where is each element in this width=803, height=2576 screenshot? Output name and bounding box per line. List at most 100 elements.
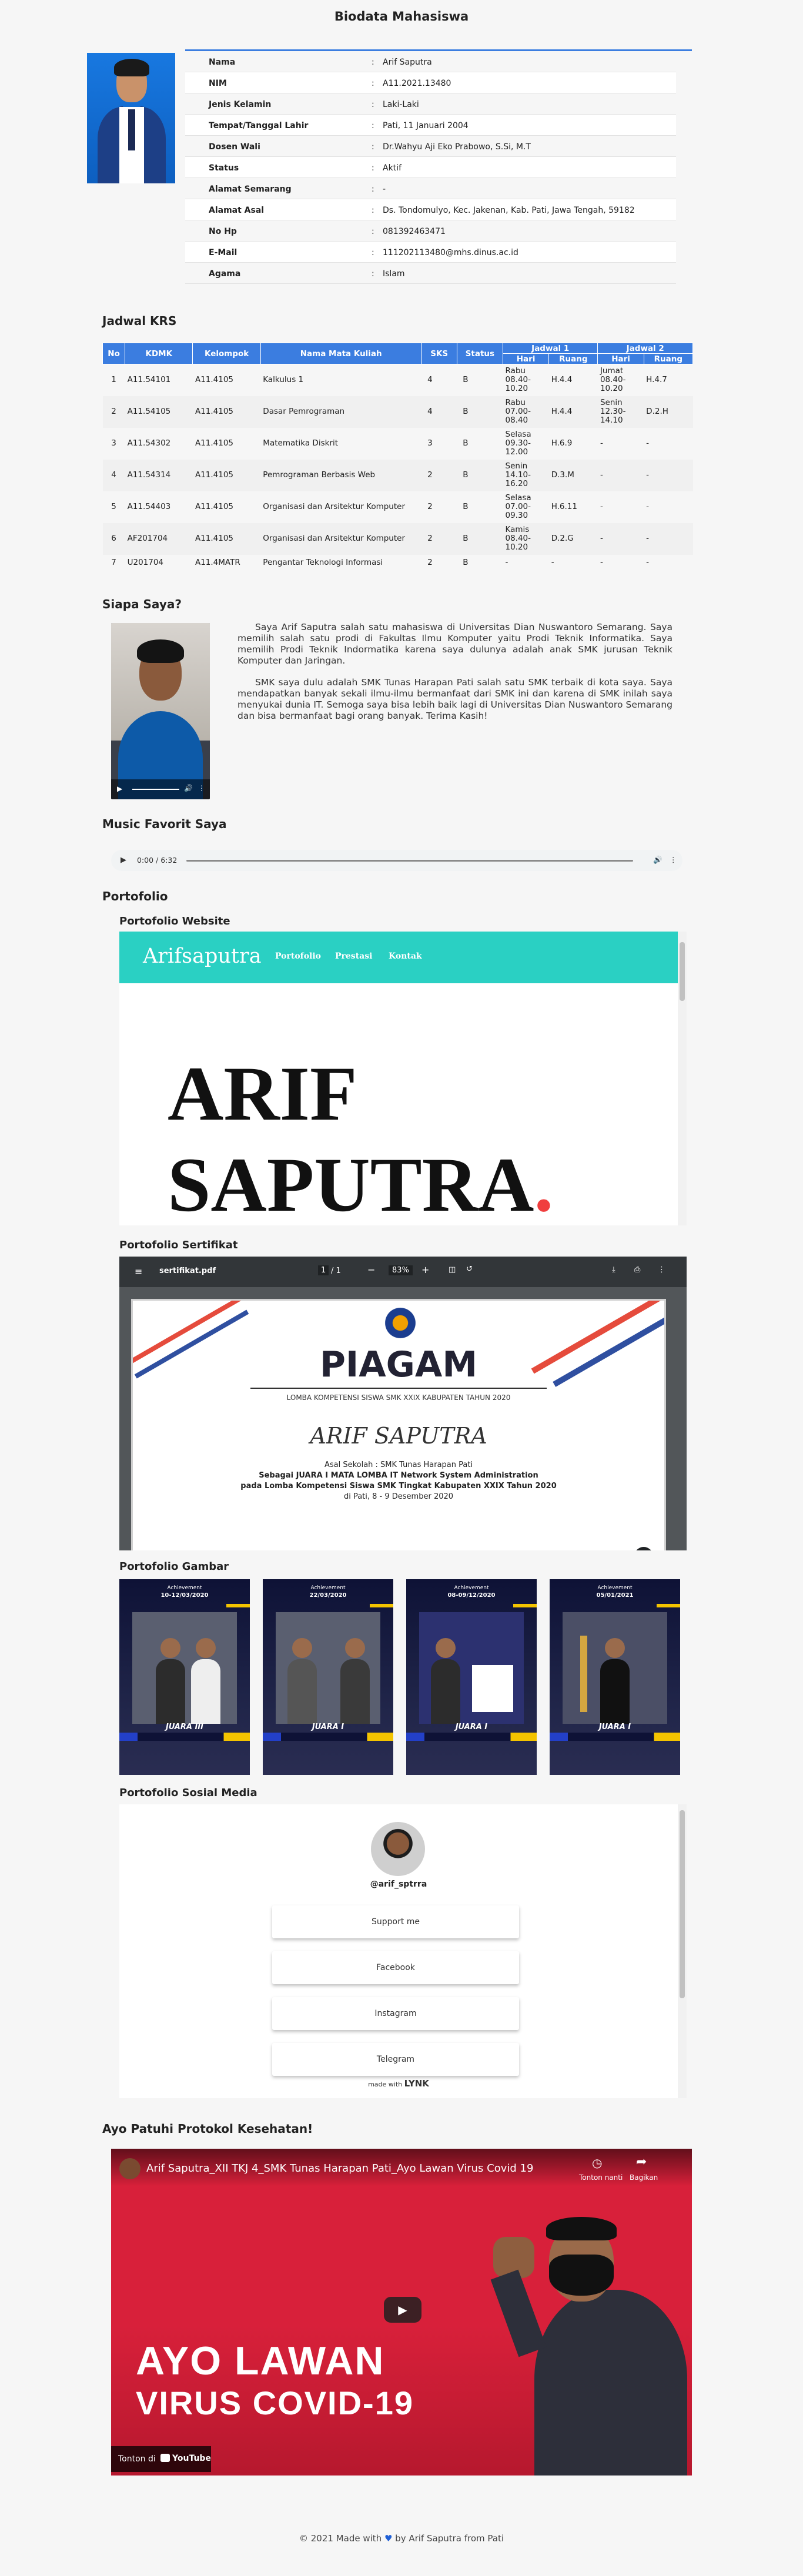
print-icon[interactable]: ⎙ bbox=[634, 1265, 640, 1274]
table-row: 7 U201704 A11.4MATR Pengantar Teknologi Inf… bbox=[103, 555, 693, 571]
play-icon[interactable]: ▶ bbox=[117, 785, 122, 793]
website-title: Portofolio Website bbox=[119, 915, 230, 927]
more-icon[interactable]: ⋮ bbox=[658, 1265, 665, 1274]
cell-ruang1: D.3.M bbox=[548, 459, 598, 491]
col-kdmk: KDMK bbox=[125, 343, 193, 364]
share-icon[interactable]: ➦ bbox=[636, 2155, 647, 2169]
nav-link-prestasi[interactable]: Prestasi bbox=[335, 952, 372, 961]
col-jadwal1: Jadwal 1 bbox=[502, 343, 598, 354]
certificate-heading: PIAGAM bbox=[319, 1344, 478, 1385]
page-title: Biodata Mahasiswa bbox=[334, 9, 469, 24]
nav-link-portofolio[interactable]: Portofolio bbox=[275, 952, 321, 961]
video-progress[interactable] bbox=[132, 789, 179, 790]
volume-icon[interactable]: 🔊 bbox=[653, 855, 663, 865]
cell-sks: 4 bbox=[427, 375, 433, 385]
scrollbar[interactable] bbox=[678, 1804, 687, 2098]
gallery-image-1[interactable]: Achievement 10-12/03/2020 JUARA III bbox=[119, 1579, 250, 1775]
biodata-row: No Hp:081392463471 bbox=[185, 220, 676, 242]
instagram-button[interactable]: Instagram bbox=[272, 1997, 519, 2030]
audio-player[interactable]: ▶ 0:00 / 6:32 🔊 ⋮ bbox=[111, 850, 682, 871]
zoom-out-icon[interactable]: − bbox=[367, 1264, 375, 1275]
cell-status: B bbox=[463, 438, 469, 448]
more-icon[interactable]: ⋮ bbox=[198, 784, 205, 792]
table-row: 1 A11.54101 A11.4105 Kalkulus 1 4 B Rabu 08.40… bbox=[103, 364, 693, 396]
page-count: / 1 bbox=[331, 1267, 341, 1275]
page-input[interactable]: 1 bbox=[318, 1265, 329, 1275]
play-icon[interactable]: ▶ bbox=[121, 856, 126, 865]
about-paragraph-2: SMK saya dulu adalah SMK Tunas Harapan P… bbox=[237, 677, 672, 721]
cell-hari2: - bbox=[597, 522, 644, 555]
biodata-row: Agama: Islam bbox=[185, 263, 676, 284]
zoom-level[interactable]: 83% bbox=[389, 1265, 413, 1275]
gallery-image-4[interactable]: Achievement 05/01/2021 JUARA I bbox=[550, 1579, 680, 1775]
support-me-button[interactable]: Support me bbox=[272, 1905, 519, 1938]
video-title[interactable]: Arif Saputra_XII TKJ 4_SMK Tunas Harapan… bbox=[146, 2162, 533, 2175]
student-photo bbox=[87, 53, 175, 183]
hero-line-1: ARIF bbox=[168, 1050, 357, 1137]
gallery-image-2[interactable]: Achievement 22/03/2020 JUARA I bbox=[263, 1579, 393, 1775]
cell-nama: Pemrograman Berbasis Web bbox=[260, 459, 422, 491]
made-with: made with LYNK bbox=[368, 2078, 429, 2089]
youtube-embed[interactable]: Arif Saputra_XII TKJ 4_SMK Tunas Harapan… bbox=[111, 2149, 692, 2475]
about-video[interactable]: ▶ 🔊 ⋮ bbox=[111, 623, 210, 799]
hero-line-2: SAPUTRA. bbox=[168, 1141, 554, 1225]
cell-ruang2: H.4.7 bbox=[646, 375, 667, 385]
cell-status: B bbox=[463, 375, 469, 385]
volume-icon[interactable]: 🔊 bbox=[184, 784, 193, 792]
cell-kdmk: U201704 bbox=[127, 558, 164, 567]
nav-link-kontak[interactable]: Kontak bbox=[389, 952, 422, 961]
channel-avatar[interactable] bbox=[119, 2158, 140, 2179]
krs-title: Jadwal KRS bbox=[102, 314, 177, 328]
col-ruang1: Ruang bbox=[548, 353, 598, 364]
share-label[interactable]: Bagikan bbox=[630, 2173, 658, 2182]
cell-kelompok: A11.4105 bbox=[195, 502, 234, 511]
cell-kelompok: A11.4105 bbox=[192, 396, 261, 428]
biodata-row: NIM: A11.2021.13480 bbox=[185, 72, 676, 93]
cell-hari1: Kamis 08.40-10.20 bbox=[503, 522, 549, 555]
social-frame[interactable]: @arif_sptrra Support me Facebook Instagr… bbox=[119, 1804, 687, 2098]
footer: © 2021 Made with ♥ by Arif Saputra from … bbox=[299, 2533, 504, 2544]
scrollbar[interactable] bbox=[678, 932, 687, 1225]
cell-hari1: Selasa 09.30-12.00 bbox=[505, 430, 531, 457]
cell-hari2: - bbox=[597, 459, 644, 491]
menu-icon[interactable]: ≡ bbox=[135, 1266, 142, 1277]
zoom-in-icon[interactable]: + bbox=[421, 1264, 429, 1275]
cell-hari1: Senin 14.10-16.20 bbox=[503, 459, 549, 491]
cell-kdmk: A11.54302 bbox=[127, 438, 171, 448]
website-logo[interactable]: Arifsaputra bbox=[143, 944, 262, 968]
about-paragraph-1: Saya Arif Saputra salah satu mahasiswa d… bbox=[237, 622, 672, 666]
cell-kdmk: A11.54101 bbox=[127, 375, 171, 385]
cell-ruang2: - bbox=[646, 438, 650, 448]
cell-ruang1: D.2.G bbox=[548, 522, 598, 555]
clock-icon[interactable]: ◷ bbox=[592, 2156, 602, 2170]
more-icon[interactable]: ⋮ bbox=[670, 855, 677, 864]
telegram-button[interactable]: Telegram bbox=[272, 2043, 519, 2076]
cell-hari1: Selasa 07.00-09.30 bbox=[505, 493, 531, 520]
cell-no: 4 bbox=[102, 459, 125, 491]
pdf-viewer[interactable]: ≡ sertifikat.pdf 1 / 1 − 83% + ◫ ↺ ⤓ ⎙ ⋮… bbox=[119, 1257, 687, 1550]
lynk-logo: LYNK bbox=[404, 2078, 429, 2089]
youtube-icon bbox=[160, 2454, 170, 2462]
watch-on-youtube[interactable]: Tonton di YouTube bbox=[111, 2446, 211, 2472]
rotate-icon[interactable]: ↺ bbox=[466, 1265, 473, 1274]
cell-ruang2: - bbox=[644, 522, 693, 555]
certificate-title: Portofolio Sertifikat bbox=[119, 1239, 238, 1251]
cell-status: B bbox=[463, 502, 469, 511]
table-row: 6 AF201704 A11.4105 Organisasi dan Arsitekt… bbox=[102, 522, 693, 555]
krs-table: No KDMK Kelompok Nama Mata Kuliah SKS St… bbox=[102, 343, 694, 571]
fit-page-icon[interactable]: ◫ bbox=[449, 1265, 456, 1274]
gallery-image-3[interactable]: Achievement 08-09/12/2020 JUARA I bbox=[406, 1579, 537, 1775]
facebook-button[interactable]: Facebook bbox=[272, 1951, 519, 1984]
cell-hari2: - bbox=[600, 558, 603, 567]
watch-later-label[interactable]: Tonton nanti bbox=[579, 2173, 623, 2182]
col-hari1: Hari bbox=[502, 353, 550, 364]
audio-time: 0:00 / 6:32 bbox=[137, 856, 178, 865]
audio-progress[interactable] bbox=[186, 860, 633, 862]
youtube-play-button[interactable]: ▶ bbox=[384, 2297, 421, 2323]
cell-ruang1: H.4.4 bbox=[548, 396, 598, 428]
website-frame[interactable]: Arifsaputra Portofolio Prestasi Kontak A… bbox=[119, 932, 687, 1225]
download-icon[interactable]: ⤓ bbox=[612, 1265, 615, 1274]
biodata-row: Jenis Kelamin: Laki-Laki bbox=[185, 93, 676, 115]
website-navbar: Arifsaputra Portofolio Prestasi Kontak bbox=[119, 932, 687, 983]
cell-hari2: - bbox=[600, 438, 603, 448]
